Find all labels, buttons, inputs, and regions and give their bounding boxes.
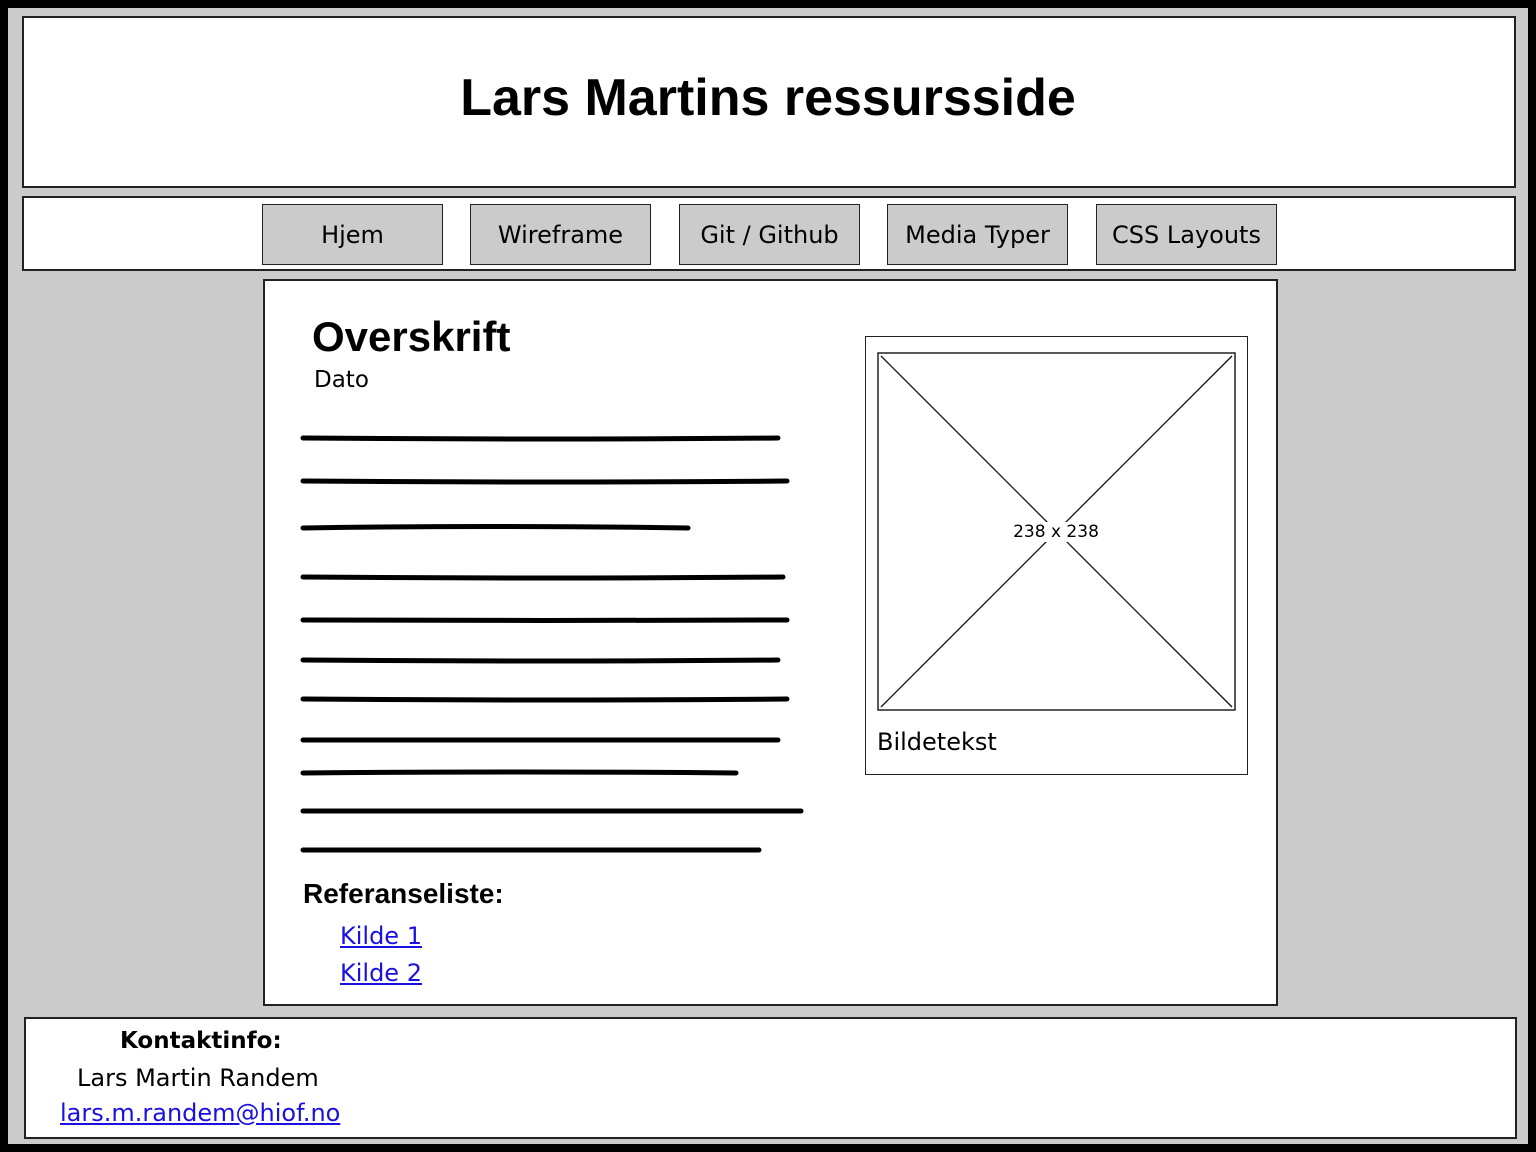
nav-item-hjem[interactable]: Hjem bbox=[262, 204, 443, 265]
contact-heading: Kontaktinfo: bbox=[120, 1028, 282, 1054]
reference-link-1[interactable]: Kilde 1 bbox=[340, 922, 422, 950]
reference-link-2[interactable]: Kilde 2 bbox=[340, 959, 422, 987]
image-size-label: 238 x 238 bbox=[1012, 522, 1100, 542]
nav-item-git-github[interactable]: Git / Github bbox=[679, 204, 860, 265]
article-date: Dato bbox=[314, 367, 369, 393]
contact-name: Lars Martin Randem bbox=[77, 1064, 319, 1092]
article-heading: Overskrift bbox=[312, 313, 511, 360]
site-title: Lars Martins ressursside bbox=[460, 69, 1076, 127]
reference-list-heading: Referanseliste: bbox=[303, 878, 504, 909]
image-caption: Bildetekst bbox=[877, 728, 997, 756]
contact-email-link[interactable]: lars.m.randem@hiof.no bbox=[60, 1099, 340, 1127]
nav-item-wireframe[interactable]: Wireframe bbox=[470, 204, 651, 265]
nav-item-css-layouts[interactable]: CSS Layouts bbox=[1096, 204, 1277, 265]
nav-item-media-typer[interactable]: Media Typer bbox=[887, 204, 1068, 265]
